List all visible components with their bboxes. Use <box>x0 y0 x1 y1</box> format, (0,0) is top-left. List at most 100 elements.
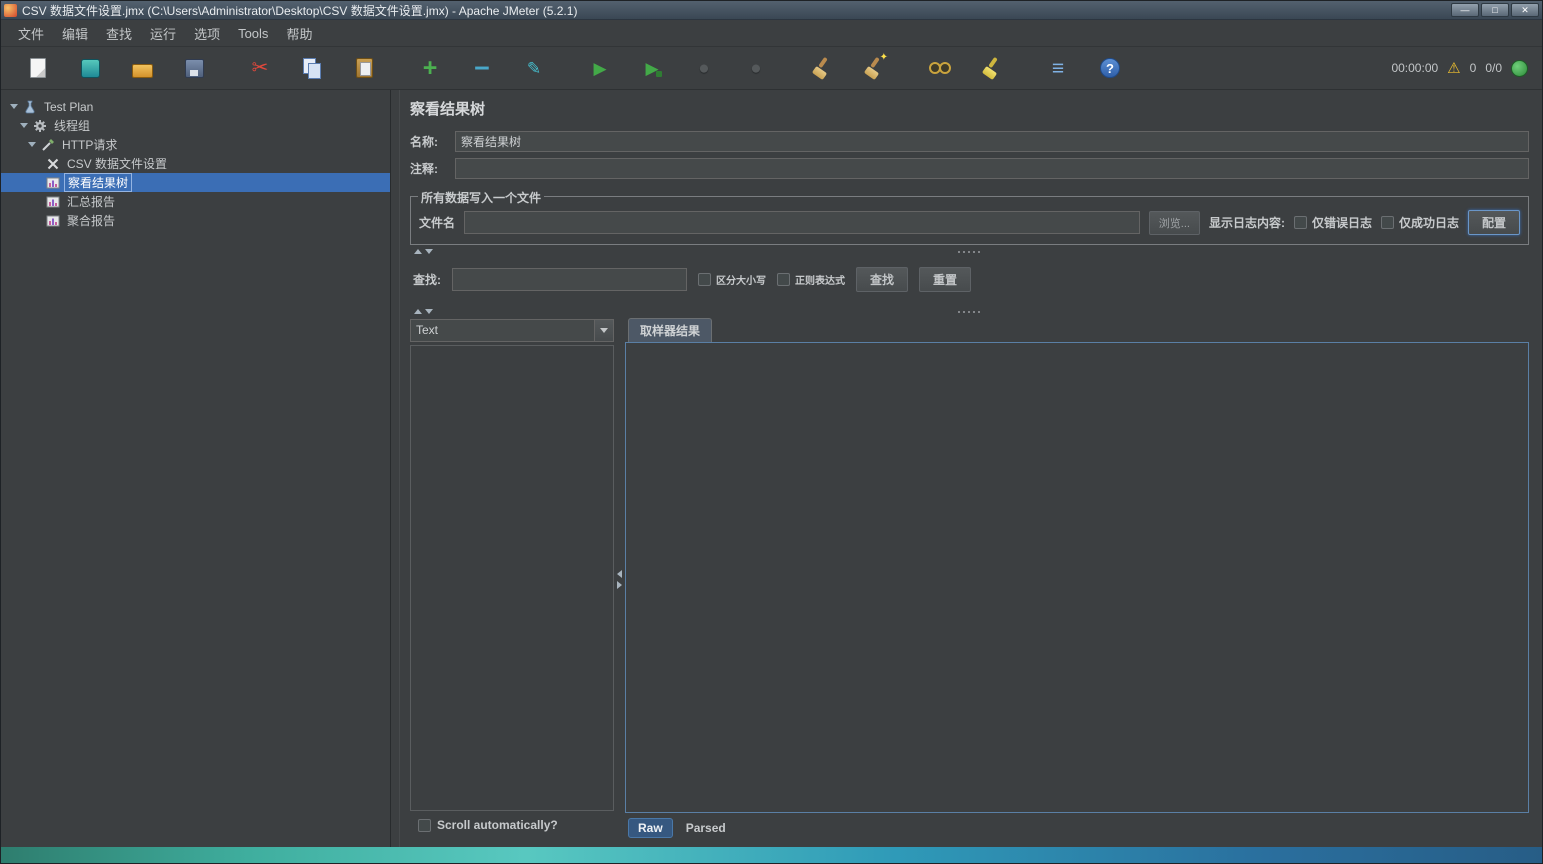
function-helper-button[interactable]: ≡ <box>1035 51 1081 85</box>
sampler-result-pane: 取样器结果 Raw Parsed <box>625 319 1529 839</box>
clear-all-button[interactable]: ✦ <box>851 51 897 85</box>
menu-file[interactable]: 文件 <box>9 21 53 46</box>
minus-icon: − <box>470 56 494 80</box>
tree-item-csv-config[interactable]: CSV 数据文件设置 <box>1 154 390 173</box>
chevron-down-icon[interactable] <box>28 142 36 147</box>
samples-tree-area[interactable] <box>410 345 614 811</box>
tab-raw[interactable]: Raw <box>628 818 673 838</box>
search-button[interactable]: 查找 <box>856 267 908 292</box>
sampler-result-content[interactable] <box>625 342 1529 813</box>
vertical-splitter[interactable] <box>614 319 625 839</box>
start-no-pauses-button[interactable]: ▶ <box>629 51 675 85</box>
save-button[interactable] <box>171 51 217 85</box>
threads-globe-icon <box>1511 60 1528 77</box>
taskbar-strip <box>1 847 1542 863</box>
search-input[interactable] <box>452 268 687 291</box>
comment-input[interactable] <box>455 158 1529 179</box>
configure-button[interactable]: 配置 <box>1468 210 1520 235</box>
menu-help[interactable]: 帮助 <box>277 21 321 46</box>
arrow-right-icon[interactable] <box>617 581 622 589</box>
case-sensitive-checkbox[interactable] <box>698 273 711 286</box>
csv-config-icon <box>45 156 60 171</box>
search-reset-button-toolbar[interactable] <box>969 51 1015 85</box>
minimize-button[interactable]: — <box>1451 3 1479 17</box>
log-display-label: 显示日志内容: <box>1209 214 1285 231</box>
regex-option[interactable]: 正则表达式 <box>777 272 845 287</box>
expand-all-button[interactable]: + <box>407 51 453 85</box>
horizontal-splitter-bottom[interactable] <box>410 306 1529 317</box>
splitter-grip[interactable] <box>958 251 980 253</box>
successes-only-label: 仅成功日志 <box>1399 214 1459 231</box>
copy-button[interactable] <box>289 51 335 85</box>
start-button[interactable]: ▶ <box>577 51 623 85</box>
listener-chart-icon <box>45 175 60 190</box>
menu-edit[interactable]: 编辑 <box>53 21 97 46</box>
menu-options[interactable]: 选项 <box>185 21 229 46</box>
renderer-dropdown[interactable]: Text <box>410 319 614 342</box>
errors-only-label: 仅错误日志 <box>1312 214 1372 231</box>
dropdown-arrow-button[interactable] <box>594 320 613 341</box>
tab-parsed[interactable]: Parsed <box>676 818 736 838</box>
splitter-collapse-arrows[interactable] <box>414 309 433 314</box>
tree-item-summary-report[interactable]: 汇总报告 <box>1 192 390 211</box>
menu-search[interactable]: 查找 <box>97 21 141 46</box>
horizontal-splitter-top[interactable] <box>410 246 1529 257</box>
case-sensitive-option[interactable]: 区分大小写 <box>698 272 766 287</box>
scroll-automatically-option[interactable]: Scroll automatically? <box>410 811 614 839</box>
templates-button[interactable] <box>67 51 113 85</box>
errors-only-checkbox[interactable] <box>1294 216 1307 229</box>
successes-only-option[interactable]: 仅成功日志 <box>1381 214 1459 231</box>
open-folder-icon <box>130 56 154 80</box>
toggle-button[interactable]: ✎ <box>511 51 557 85</box>
shutdown-button[interactable]: ● <box>733 51 779 85</box>
search-label: 查找: <box>413 271 441 288</box>
tab-sampler-result[interactable]: 取样器结果 <box>628 318 712 342</box>
tree-splitter[interactable] <box>391 90 400 847</box>
warning-icon[interactable]: ⚠ <box>1447 59 1460 77</box>
menu-tools[interactable]: Tools <box>229 23 277 44</box>
successes-only-checkbox[interactable] <box>1381 216 1394 229</box>
browse-button[interactable]: 浏览... <box>1149 211 1200 235</box>
arrow-up-icon[interactable] <box>414 249 422 254</box>
maximize-button[interactable]: □ <box>1481 3 1509 17</box>
title-bar[interactable]: CSV 数据文件设置.jmx (C:\Users\Administrator\D… <box>1 1 1542 20</box>
errors-only-option[interactable]: 仅错误日志 <box>1294 214 1372 231</box>
open-file-button[interactable] <box>119 51 165 85</box>
comment-label: 注释: <box>410 160 455 177</box>
cut-button[interactable]: ✂ <box>237 51 283 85</box>
search-button-toolbar[interactable] <box>917 51 963 85</box>
chevron-down-icon[interactable] <box>10 104 18 109</box>
clear-broom-icon <box>810 56 834 80</box>
new-file-button[interactable] <box>15 51 61 85</box>
close-button[interactable]: ✕ <box>1511 3 1539 17</box>
name-input[interactable] <box>455 131 1529 152</box>
tree-item-test-plan[interactable]: Test Plan <box>1 97 390 116</box>
splitter-grip[interactable] <box>958 311 980 313</box>
help-button[interactable]: ? <box>1087 51 1133 85</box>
tree-item-aggregate-report[interactable]: 聚合报告 <box>1 211 390 230</box>
test-plan-tree: Test Plan 线程组 HTTP请求 CSV 数据文件设置 察看结果树 <box>1 90 391 847</box>
splitter-collapse-arrows[interactable] <box>414 249 433 254</box>
reset-button[interactable]: 重置 <box>919 267 971 292</box>
clear-button[interactable] <box>799 51 845 85</box>
scroll-automatically-checkbox[interactable] <box>418 819 431 832</box>
arrow-down-icon[interactable] <box>425 309 433 314</box>
tree-item-view-results-tree[interactable]: 察看结果树 <box>1 173 390 192</box>
paste-button[interactable] <box>341 51 387 85</box>
arrow-up-icon[interactable] <box>414 309 422 314</box>
chevron-down-icon[interactable] <box>20 123 28 128</box>
collapse-all-button[interactable]: − <box>459 51 505 85</box>
arrow-left-icon[interactable] <box>617 570 622 578</box>
filename-input[interactable] <box>464 211 1140 234</box>
chevron-down-icon <box>600 328 608 333</box>
start-play-icon: ▶ <box>588 56 612 80</box>
copy-icon <box>300 56 324 80</box>
stop-button[interactable]: ● <box>681 51 727 85</box>
menu-run[interactable]: 运行 <box>141 21 185 46</box>
tree-item-thread-group[interactable]: 线程组 <box>1 116 390 135</box>
arrow-down-icon[interactable] <box>425 249 433 254</box>
regex-checkbox[interactable] <box>777 273 790 286</box>
tree-item-http-request[interactable]: HTTP请求 <box>1 135 390 154</box>
case-sensitive-label: 区分大小写 <box>716 272 766 287</box>
comment-row: 注释: <box>410 158 1529 179</box>
